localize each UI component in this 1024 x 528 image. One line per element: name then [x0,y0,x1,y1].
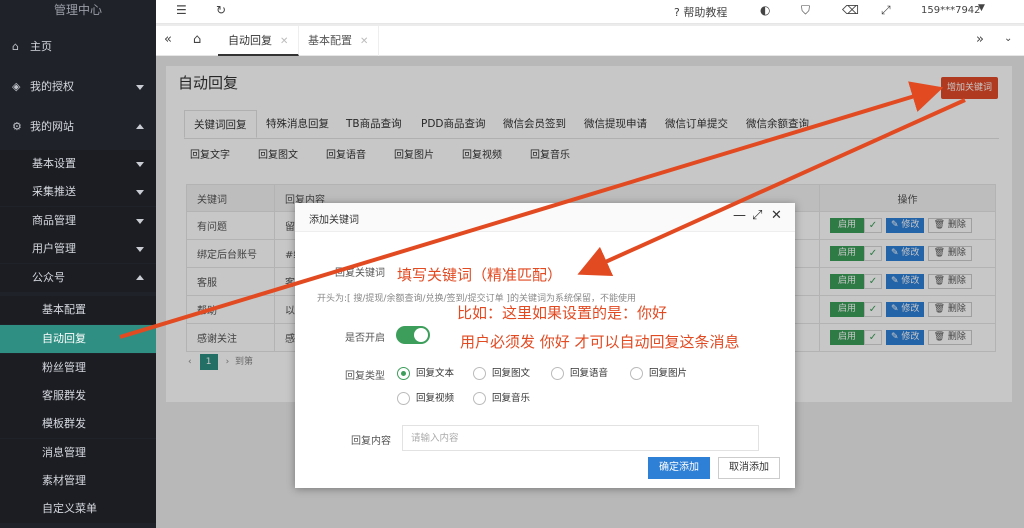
annotation-line-2: 比如：这里如果设置的是：你好 [457,304,668,322]
arrow-to-add-button [119,81,944,339]
annotation-line-3: 用户必须发 你好 才可以自动回复这条消息 [460,333,740,351]
arrow-to-keyword-field [577,98,966,277]
annotation-line-1: 填写关键词（精准匹配） [397,266,563,284]
